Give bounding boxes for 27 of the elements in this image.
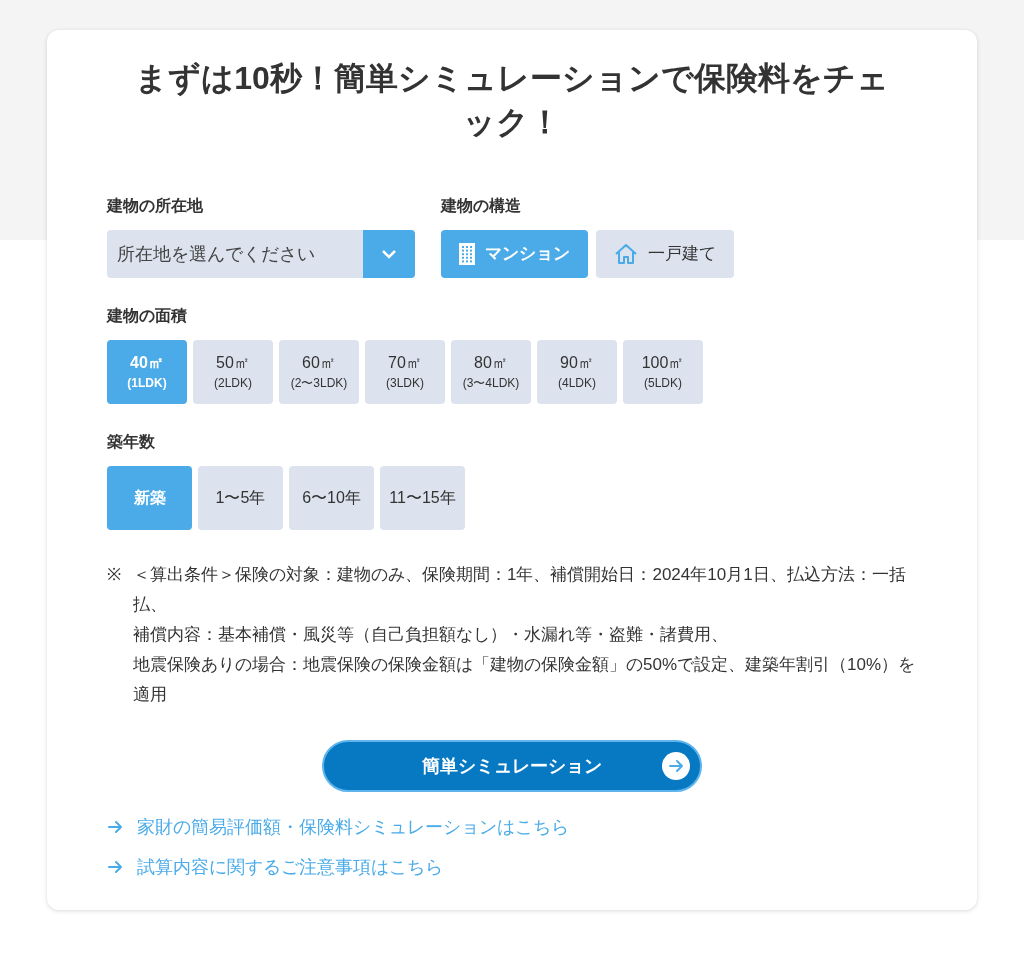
location-select[interactable]: 所在地を選んでください [107,230,415,278]
dropdown-button[interactable] [363,230,415,278]
arrow-icon [107,819,123,835]
age-option[interactable]: 6〜10年 [289,466,374,530]
structure-option[interactable]: 一戸建て [596,230,734,278]
arrow-icon [107,859,123,875]
field-label: 築年数 [107,432,156,452]
age-option[interactable]: 11〜15年 [380,466,465,530]
arrow-icon [668,758,684,774]
simulation-button[interactable]: 簡単シミュレーション [322,740,702,792]
page-title: まずは10秒！簡単シミュレーションで保険料をチェック！ [134,59,890,142]
note-mark: ※ [107,564,122,586]
field-label: 建物の面積 [107,306,188,326]
area-option[interactable]: 50㎡ (2LDK) [193,340,273,404]
area-option[interactable]: 90㎡ (4LDK) [537,340,617,404]
house-icon [614,242,638,266]
area-option[interactable]: 60㎡ (2〜3LDK) [279,340,359,404]
chevron-down-icon [380,248,398,260]
area-option[interactable]: 80㎡ (3〜4LDK) [451,340,531,404]
area-option[interactable]: 70㎡ (3LDK) [365,340,445,404]
building-icon [459,243,475,265]
field-label: 建物の構造 [441,196,522,216]
field-label: 建物の所在地 [107,196,204,216]
conditions-note: ＜算出条件＞保険の対象：建物のみ、保険期間：1年、補償開始日：2024年10月1日、払込方法：一括払、 補償内容：基本補償・風災等（自己負担額なし）・水漏れ等・盗難・諸費用、 地震保険ありの場合：地震保険の保険金額は「建物の保険金額」の50%で設定、建築年割引（10%）を適用 [133,564,917,706]
area-option[interactable]: 100㎡ (5LDK) [623,340,703,404]
age-option[interactable]: 1〜5年 [198,466,283,530]
select-placeholder: 所在地を選んでください [116,242,316,266]
